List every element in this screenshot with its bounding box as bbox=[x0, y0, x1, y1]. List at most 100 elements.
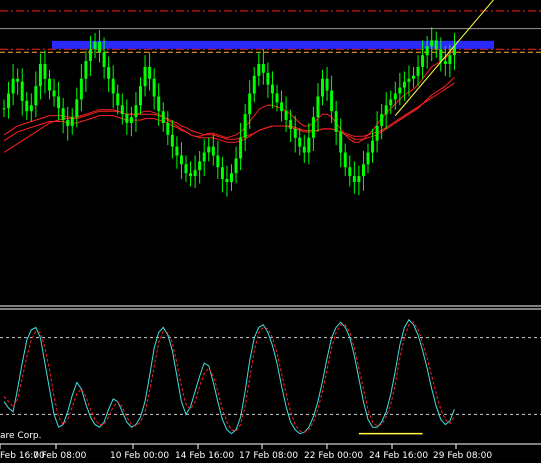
candle-body bbox=[93, 41, 97, 50]
candle-body bbox=[207, 146, 211, 153]
candle-body bbox=[348, 167, 352, 177]
candle-body bbox=[371, 140, 375, 153]
candle-body bbox=[157, 96, 161, 112]
candle-body bbox=[211, 146, 215, 156]
candle-body bbox=[70, 117, 74, 126]
candle-body bbox=[143, 66, 147, 87]
candle-body bbox=[393, 93, 397, 100]
candle-body bbox=[34, 86, 38, 106]
watermark-text: are Corp. bbox=[0, 431, 41, 441]
candle-body bbox=[43, 64, 47, 79]
candle-body bbox=[412, 75, 415, 79]
candle-body bbox=[330, 90, 334, 112]
x-axis-tick-label: 7 Feb 08:00 bbox=[33, 451, 87, 461]
candle-body bbox=[193, 170, 197, 177]
candle-body bbox=[84, 61, 88, 79]
candle-body bbox=[198, 161, 202, 171]
candle-body bbox=[334, 111, 338, 132]
candle-body bbox=[98, 41, 102, 53]
candle-body bbox=[375, 125, 379, 141]
candle-body bbox=[129, 117, 133, 123]
candle-body bbox=[421, 55, 425, 67]
candle-body bbox=[430, 40, 434, 47]
candle-body bbox=[161, 111, 165, 123]
candle-body bbox=[189, 173, 193, 177]
x-axis-tick-label: 22 Feb 00:00 bbox=[304, 451, 363, 461]
candle-body bbox=[275, 93, 279, 103]
candle-body bbox=[120, 105, 124, 115]
candle-body bbox=[66, 120, 70, 126]
candle-body bbox=[116, 93, 120, 106]
candle-body bbox=[88, 49, 92, 62]
candle-body bbox=[257, 64, 261, 76]
candle-body bbox=[448, 55, 452, 64]
x-axis-tick-label: 14 Feb 16:00 bbox=[175, 451, 234, 461]
candle-body bbox=[57, 96, 61, 109]
candle-body bbox=[11, 78, 15, 94]
candle-body bbox=[243, 114, 247, 138]
candle-body bbox=[225, 179, 229, 182]
candle-body bbox=[216, 155, 220, 168]
candle-body bbox=[298, 137, 302, 147]
candle-body bbox=[220, 167, 224, 180]
candle-body bbox=[434, 40, 438, 50]
x-axis-tick-label: 10 Feb 00:00 bbox=[110, 451, 169, 461]
candle-body bbox=[398, 87, 402, 94]
candle-body bbox=[102, 52, 106, 67]
candle-body bbox=[75, 99, 79, 118]
candle-body bbox=[416, 66, 420, 76]
candle-body bbox=[107, 66, 111, 79]
candle-body bbox=[134, 105, 138, 118]
candle-body bbox=[284, 111, 288, 121]
candle-body bbox=[325, 78, 329, 91]
candle-body bbox=[402, 81, 406, 88]
candle-body bbox=[252, 75, 256, 94]
candle-body bbox=[61, 108, 65, 121]
candle-body bbox=[79, 78, 83, 100]
candle-body bbox=[202, 152, 206, 162]
candle-body bbox=[125, 114, 129, 123]
x-axis-tick-label: 29 Feb 08:00 bbox=[433, 451, 492, 461]
candle-body bbox=[407, 78, 411, 82]
candle-body bbox=[20, 81, 24, 101]
candle-body bbox=[16, 78, 20, 82]
candle-body bbox=[48, 78, 51, 91]
candle-body bbox=[425, 46, 429, 56]
candle-body bbox=[361, 164, 365, 177]
candle-body bbox=[384, 105, 388, 115]
candle-body bbox=[270, 84, 274, 94]
candle-body bbox=[152, 78, 156, 97]
candle-body bbox=[311, 117, 315, 138]
candle-body bbox=[280, 102, 284, 112]
candle-body bbox=[7, 93, 11, 109]
candle-body bbox=[139, 86, 142, 106]
candle-body bbox=[357, 176, 361, 182]
candle-body bbox=[439, 49, 443, 62]
candle-body bbox=[29, 105, 33, 112]
candle-body bbox=[343, 152, 347, 168]
candle-body bbox=[248, 93, 252, 115]
candle-body bbox=[166, 123, 170, 135]
candle-body bbox=[175, 146, 179, 156]
candle-body bbox=[307, 137, 311, 153]
candle-body bbox=[261, 64, 265, 73]
candle-body bbox=[321, 78, 324, 97]
candle-body bbox=[25, 100, 29, 112]
candle-body bbox=[239, 137, 243, 159]
candle-body bbox=[179, 155, 183, 165]
candle-body bbox=[234, 158, 238, 174]
candle-body bbox=[52, 90, 56, 97]
candle-body bbox=[170, 134, 174, 147]
candle-body bbox=[389, 99, 393, 106]
candle-body bbox=[352, 176, 356, 182]
candle-body bbox=[2, 108, 6, 110]
candle-body bbox=[289, 120, 293, 129]
candle-body bbox=[230, 173, 233, 182]
candle-body bbox=[111, 78, 115, 94]
x-axis-tick-label: 17 Feb 08:00 bbox=[239, 451, 298, 461]
candle-body bbox=[38, 64, 42, 87]
chart-canvas: are Corp. Feb 16:007 Feb 08:00 10 Feb 00:… bbox=[0, 0, 541, 463]
candle-body bbox=[339, 131, 343, 153]
candle-body bbox=[293, 128, 297, 138]
candle-body bbox=[366, 152, 370, 165]
